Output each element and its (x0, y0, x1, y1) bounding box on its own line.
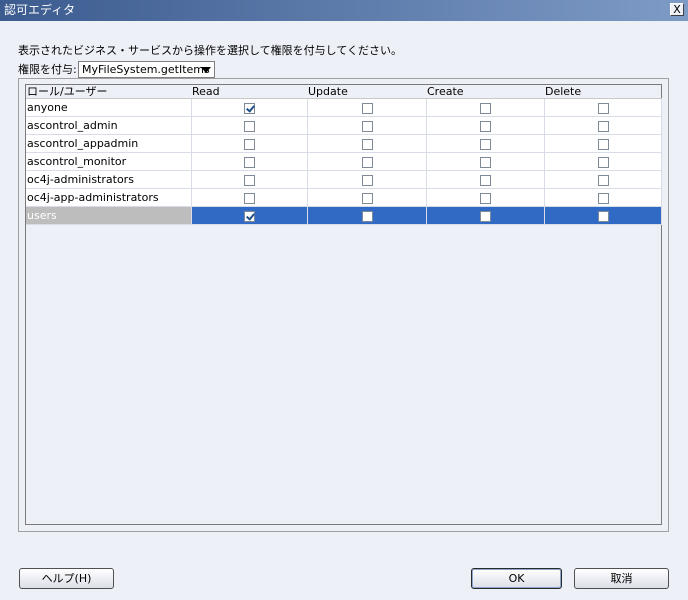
create-checkbox[interactable] (480, 156, 491, 168)
column-header-read[interactable]: Read (191, 85, 307, 99)
delete-checkbox[interactable] (597, 120, 609, 132)
window-title: 認可エディタ (4, 3, 76, 17)
create-cell (426, 188, 545, 207)
role-name-cell[interactable]: users (26, 206, 192, 225)
delete-cell (544, 134, 662, 153)
role-name-cell[interactable]: oc4j-app-administrators (26, 188, 192, 207)
read-checkbox[interactable] (244, 174, 255, 186)
read-checkbox[interactable] (244, 156, 255, 168)
instruction-text: 表示されたビジネス・サービスから操作を選択して権限を付与してください。 (18, 44, 403, 57)
delete-checkbox[interactable] (597, 138, 609, 150)
create-checkbox[interactable] (480, 120, 491, 132)
delete-checkbox[interactable] (597, 210, 609, 222)
read-checkbox[interactable] (244, 192, 255, 204)
role-name-cell[interactable]: ascontrol_appadmin (26, 134, 192, 153)
delete-cell (544, 116, 662, 135)
read-cell (191, 152, 308, 171)
update-cell (307, 170, 427, 189)
update-checkbox[interactable] (361, 138, 373, 150)
read-cell (191, 116, 308, 135)
create-checkbox[interactable] (480, 174, 491, 186)
create-checkbox[interactable] (480, 102, 491, 114)
permissions-table-container[interactable]: ロール/ユーザー Read Update Create Delete anyon… (25, 84, 662, 525)
permissions-table: ロール/ユーザー Read Update Create Delete anyon… (26, 85, 662, 225)
read-cell (191, 206, 308, 225)
role-name-cell[interactable]: oc4j-administrators (26, 170, 192, 189)
delete-checkbox[interactable] (597, 156, 609, 168)
update-cell (307, 206, 427, 225)
method-dropdown-value: MyFileSystem.getItems (82, 63, 210, 76)
table-header-row: ロール/ユーザー Read Update Create Delete (26, 85, 661, 99)
update-cell (307, 152, 427, 171)
update-cell (307, 134, 427, 153)
help-button[interactable]: ヘルプ(H) (19, 568, 114, 589)
read-cell (191, 170, 308, 189)
read-cell (191, 98, 308, 117)
delete-checkbox[interactable] (597, 192, 609, 204)
table-row[interactable]: oc4j-administrators (26, 170, 662, 189)
column-header-update[interactable]: Update (307, 85, 426, 99)
title-bar: 認可エディタ X (0, 0, 688, 21)
column-header-role[interactable]: ロール/ユーザー (26, 85, 191, 99)
close-button[interactable]: X (670, 3, 684, 16)
role-name-cell[interactable]: anyone (26, 98, 192, 117)
method-dropdown[interactable]: MyFileSystem.getItems (78, 61, 215, 78)
table-row[interactable]: anyone (26, 98, 662, 117)
update-checkbox[interactable] (361, 192, 373, 204)
create-cell (426, 134, 545, 153)
create-checkbox[interactable] (480, 210, 491, 222)
read-cell (191, 188, 308, 207)
create-cell (426, 170, 545, 189)
read-checkbox[interactable] (244, 138, 255, 150)
update-cell (307, 116, 427, 135)
table-row[interactable]: users (26, 206, 662, 225)
column-header-delete[interactable]: Delete (544, 85, 661, 99)
ok-button[interactable]: OK (471, 568, 562, 589)
table-row[interactable]: ascontrol_appadmin (26, 134, 662, 153)
table-row[interactable]: ascontrol_monitor (26, 152, 662, 171)
delete-checkbox[interactable] (597, 174, 609, 186)
create-cell (426, 206, 545, 225)
update-cell (307, 98, 427, 117)
read-checkbox[interactable] (244, 102, 255, 114)
cancel-button[interactable]: 取消 (574, 568, 669, 589)
update-checkbox[interactable] (361, 210, 373, 222)
create-checkbox[interactable] (480, 192, 491, 204)
dropdown-arrow-icon (201, 67, 211, 73)
delete-cell (544, 188, 662, 207)
role-name-cell[interactable]: ascontrol_monitor (26, 152, 192, 171)
delete-cell (544, 98, 662, 117)
read-cell (191, 134, 308, 153)
create-cell (426, 152, 545, 171)
update-checkbox[interactable] (361, 174, 373, 186)
read-checkbox[interactable] (244, 120, 255, 132)
delete-cell (544, 152, 662, 171)
delete-cell (544, 206, 662, 225)
close-icon: X (673, 3, 681, 16)
column-header-create[interactable]: Create (426, 85, 544, 99)
update-checkbox[interactable] (361, 156, 373, 168)
delete-checkbox[interactable] (597, 102, 609, 114)
role-name-cell[interactable]: ascontrol_admin (26, 116, 192, 135)
delete-cell (544, 170, 662, 189)
update-checkbox[interactable] (361, 120, 373, 132)
create-cell (426, 116, 545, 135)
update-cell (307, 188, 427, 207)
read-checkbox[interactable] (244, 210, 255, 222)
table-row[interactable]: oc4j-app-administrators (26, 188, 662, 207)
create-cell (426, 98, 545, 117)
update-checkbox[interactable] (361, 102, 373, 114)
table-row[interactable]: ascontrol_admin (26, 116, 662, 135)
create-checkbox[interactable] (480, 138, 491, 150)
grant-permission-label: 権限を付与: (18, 63, 77, 76)
